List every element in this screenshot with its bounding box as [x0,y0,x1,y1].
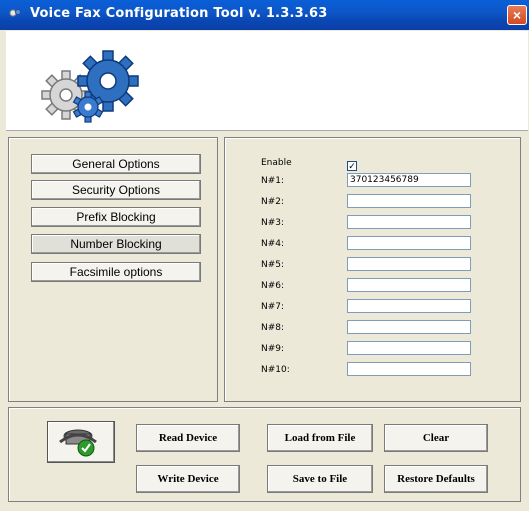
save-to-file-button[interactable]: Save to File [267,465,373,493]
actions-panel: Read Device Load from File Clear Write D… [8,407,521,502]
facsimile-options-button[interactable]: Facsimile options [31,262,201,282]
number-blocking-panel: Enable ✓ N#1: N#2: N#3: N#4: N#5: N#6: N… [224,137,521,402]
number-7-label: N#7: [261,302,285,312]
write-device-button[interactable]: Write Device [136,465,240,493]
enable-checkbox[interactable]: ✓ [347,161,357,171]
window-title: Voice Fax Configuration Tool v. 1.3.3.63 [30,6,328,21]
number-9-label: N#9: [261,344,285,354]
number-4-input[interactable] [347,236,471,250]
close-icon: × [512,7,522,23]
clear-button[interactable]: Clear [384,424,488,452]
device-connect-button[interactable] [47,421,115,463]
security-options-button[interactable]: Security Options [31,180,201,200]
number-5-label: N#5: [261,260,285,270]
number-2-input[interactable] [347,194,471,208]
restore-defaults-button[interactable]: Restore Defaults [384,465,488,493]
number-2-label: N#2: [261,197,285,207]
check-mark-icon: ✓ [348,161,356,171]
prefix-blocking-button[interactable]: Prefix Blocking [31,207,201,227]
number-10-input[interactable] [347,362,471,376]
number-9-input[interactable] [347,341,471,355]
number-3-input[interactable] [347,215,471,229]
number-1-input[interactable] [347,173,471,187]
number-3-label: N#3: [261,218,285,228]
number-blocking-button[interactable]: Number Blocking [31,234,201,254]
number-5-input[interactable] [347,257,471,271]
read-device-button[interactable]: Read Device [136,424,240,452]
modem-check-icon [59,429,97,457]
number-blocking-form: Enable ✓ N#1: N#2: N#3: N#4: N#5: N#6: N… [261,158,511,388]
load-from-file-button[interactable]: Load from File [267,424,373,452]
number-8-label: N#8: [261,323,285,333]
close-button[interactable]: × [507,5,527,25]
options-panel: General Options Security Options Prefix … [8,137,218,402]
number-4-label: N#4: [261,239,285,249]
general-options-button[interactable]: General Options [31,154,201,174]
number-6-input[interactable] [347,278,471,292]
enable-label: Enable [261,158,292,168]
number-7-input[interactable] [347,299,471,313]
number-10-label: N#10: [261,365,290,375]
number-8-input[interactable] [347,320,471,334]
title-bar[interactable]: Voice Fax Configuration Tool v. 1.3.3.63… [0,0,529,30]
app-window: Voice Fax Configuration Tool v. 1.3.3.63… [0,0,529,511]
gears-icon [41,50,139,123]
app-icon [9,9,21,17]
banner [6,31,528,131]
number-1-label: N#1: [261,176,285,186]
number-6-label: N#6: [261,281,285,291]
